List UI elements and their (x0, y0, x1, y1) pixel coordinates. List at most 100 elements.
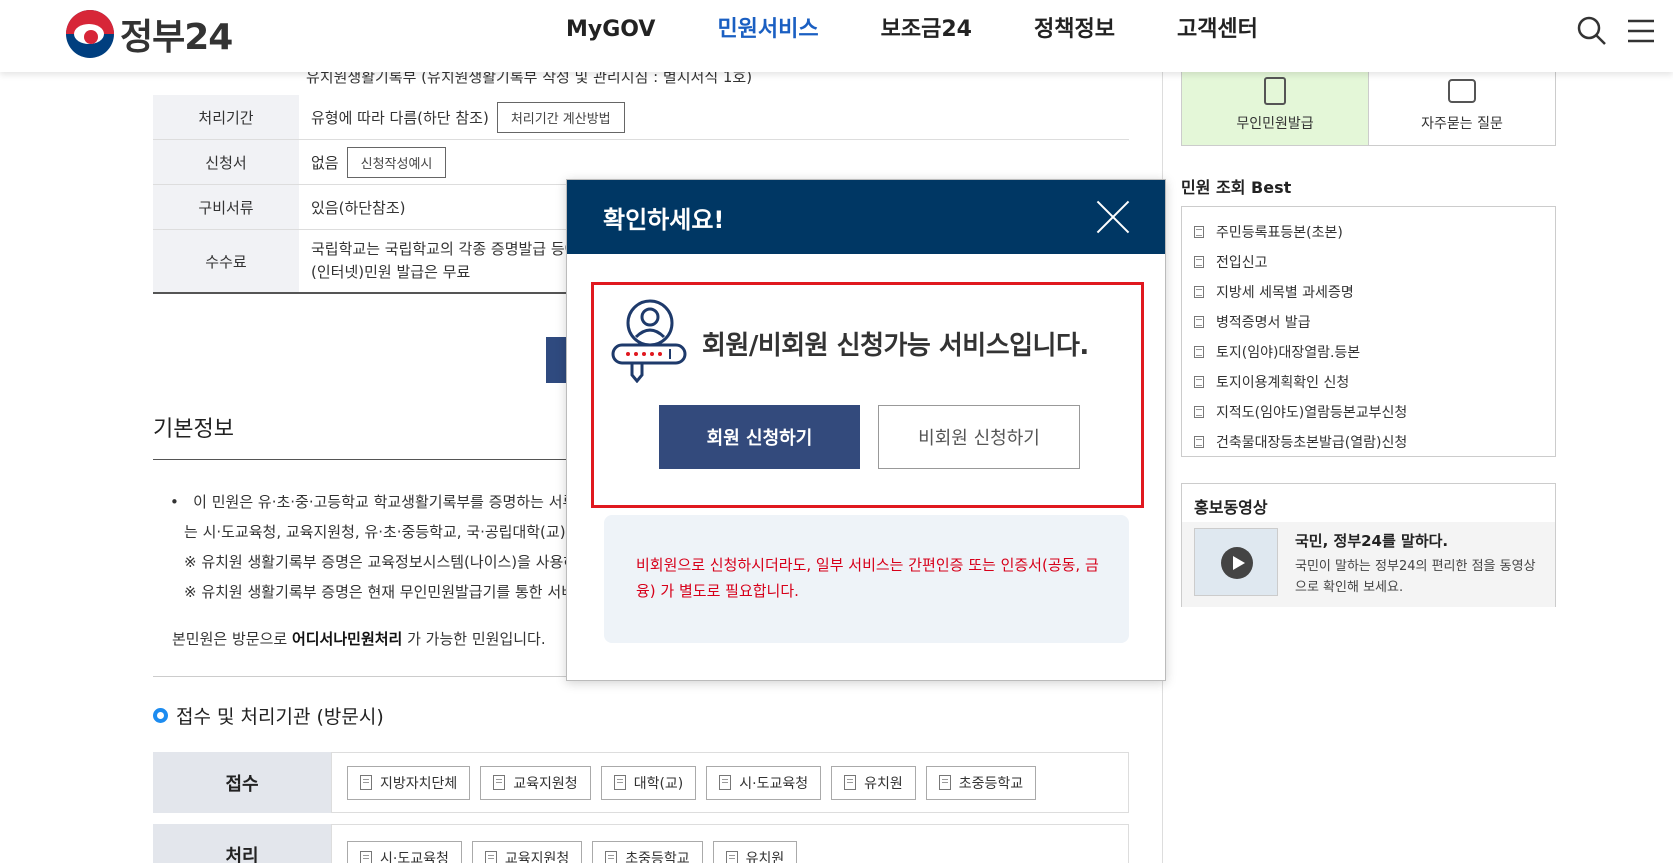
quick-link-faq[interactable]: 자주묻는 질문 (1369, 70, 1555, 145)
best-list: 주민등록표등본(초본) 전입신고 지방세 세목별 과세증명 병적증명서 발급 토… (1181, 206, 1556, 457)
agency-chip[interactable]: 지방자치단체 (347, 765, 471, 800)
video-thumbnail[interactable] (1194, 528, 1278, 596)
building-icon (844, 775, 857, 790)
site-logo[interactable]: 정부24 (66, 8, 233, 60)
best-item[interactable]: 건축물대장등초본발급(열람)신청 (1194, 427, 1555, 457)
search-icon[interactable] (1575, 14, 1609, 48)
nav-customer-center[interactable]: 고객센터 (1177, 14, 1258, 46)
site-header: 정부24 MyGOV 민원서비스 보조금24 정책정보 고객센터 (0, 0, 1673, 72)
process-chip-list: 시·도교육청 교육지원청 초중등학교 유치원 (331, 824, 1129, 863)
speech-bubble-icon (1448, 79, 1476, 103)
best-item[interactable]: 지방세 세목별 과세증명 (1194, 277, 1555, 307)
anywhere-service-note: 본민원은 방문으로 어디서나민원처리 가 가능한 민원입니다. (172, 630, 546, 648)
play-icon[interactable] (1221, 547, 1253, 579)
promo-video-item[interactable]: 국민, 정부24를 말하다. 국민이 말하는 정부24의 편리한 점을 동영상으… (1182, 522, 1555, 607)
promo-heading: 국민, 정부24를 말하다. (1295, 532, 1449, 550)
building-icon (719, 775, 732, 790)
fee-line-1: 국립학교는 국립학교의 각종 증명발급 등에 (311, 240, 579, 258)
logo-text: 정부24 (120, 17, 233, 58)
agency-chip[interactable]: 유치원 (831, 765, 916, 800)
modal-message: 회원/비회원 신청가능 서비스입니다. (702, 331, 1089, 361)
promo-video-box: 홍보동영상 국민, 정부24를 말하다. 국민이 말하는 정부24의 편리한 점… (1181, 483, 1556, 607)
agency-chip[interactable]: 대학(교) (600, 765, 697, 800)
list-item: ※ 유치원 생활기록부 증명은 교육정보시스템(나이스)을 사용하 (184, 553, 578, 571)
row-value: 없음 신청작성예시 (299, 140, 1129, 184)
application-example-button[interactable]: 신청작성예시 (346, 146, 447, 178)
row-value: 유형에 따라 다름(하단 참조) 처리기간 계산방법 (299, 95, 1129, 139)
list-item: ※ 유치원 생활기록부 증명은 현재 무인민원발급기를 통한 서비 (184, 583, 575, 601)
bullet-ring-icon (153, 708, 168, 723)
document-icon (1194, 376, 1204, 388)
document-icon (1194, 406, 1204, 418)
kiosk-icon (1264, 77, 1286, 105)
member-apply-button[interactable]: 회원 신청하기 (659, 405, 860, 469)
building-icon (493, 775, 506, 790)
nav-mygov[interactable]: MyGOV (566, 14, 655, 46)
close-icon[interactable] (1095, 199, 1131, 235)
fee-line-2: (인터넷)민원 발급은 무료 (311, 263, 471, 281)
quick-links: 무인민원발급 자주묻는 질문 (1181, 70, 1556, 146)
user-login-icon (610, 297, 688, 384)
building-icon (605, 850, 618, 863)
agency-chip[interactable]: 시·도교육청 (706, 765, 822, 800)
document-icon (1194, 436, 1204, 448)
table-row: 처리기간 유형에 따라 다름(하단 참조) 처리기간 계산방법 (153, 95, 1129, 140)
agency-chip[interactable]: 유치원 (712, 841, 798, 863)
best-item[interactable]: 전입신고 (1194, 247, 1555, 277)
nav-subsidy24[interactable]: 보조금24 (881, 14, 972, 46)
main-nav: MyGOV 민원서비스 보조금24 정책정보 고객센터 (566, 14, 1320, 46)
best-item[interactable]: 지적도(임야도)열람등본교부신청 (1194, 397, 1555, 427)
basic-info-title: 기본정보 (153, 417, 234, 442)
document-icon (1194, 316, 1204, 328)
agency-chip[interactable]: 교육지원청 (480, 765, 591, 800)
row-label: 구비서류 (153, 185, 299, 229)
document-icon (1194, 256, 1204, 268)
nav-policy-info[interactable]: 정책정보 (1034, 14, 1115, 46)
best-item[interactable]: 토지이용계획확인 신청 (1194, 367, 1555, 397)
row-label: 처리기간 (153, 95, 299, 139)
receive-chip-list: 지방자치단체 교육지원청 대학(교) 시·도교육청 유치원 초중등학교 (331, 752, 1129, 813)
notice-box: 비회원으로 신청하시더라도, 일부 서비스는 간편인증 또는 인증서(공동, 금… (604, 515, 1129, 643)
confirm-modal: 확인하세요! 회원/비회원 신청가능 서비스입니다. 회원 신청하기 비회원 신… (566, 179, 1166, 681)
notice-text: 비회원으로 신청하시더라도, 일부 서비스는 간편인증 또는 인증서(공동, 금… (636, 556, 1099, 600)
building-icon (938, 775, 951, 790)
process-label: 처리 (153, 824, 331, 863)
row-label: 신청서 (153, 140, 299, 184)
agency-chip[interactable]: 초중등학교 (925, 765, 1037, 800)
document-icon (1194, 346, 1204, 358)
guest-apply-button[interactable]: 비회원 신청하기 (878, 405, 1080, 469)
row-label: 수수료 (153, 230, 299, 292)
building-icon (725, 850, 738, 863)
modal-title: 확인하세요! (603, 206, 725, 234)
building-icon (484, 850, 497, 863)
document-icon (1194, 286, 1204, 298)
agency-chip[interactable]: 초중등학교 (592, 841, 703, 863)
application-form-text: 없음 (311, 153, 339, 172)
agency-chip[interactable]: 시·도교육청 (347, 841, 462, 863)
best-title: 민원 조회 Best (1181, 178, 1292, 197)
best-item[interactable]: 토지(임야)대장열람.등본 (1194, 337, 1555, 367)
best-item[interactable]: 병적증명서 발급 (1194, 307, 1555, 337)
hamburger-menu-icon[interactable] (1624, 14, 1658, 48)
modal-header: 확인하세요! (567, 180, 1165, 254)
list-item: 는 시·도교육청, 교육지원청, 유·초·중등학교, 국·공립대학(교), (184, 523, 571, 541)
document-icon (1194, 226, 1204, 238)
processing-period-text: 유형에 따라 다름(하단 참조) (311, 108, 489, 127)
receive-label: 접수 (153, 752, 331, 813)
quick-link-kiosk[interactable]: 무인민원발급 (1182, 70, 1369, 145)
receive-agency-row: 접수 지방자치단체 교육지원청 대학(교) 시·도교육청 유치원 초중등학교 (153, 752, 1129, 813)
process-agency-row: 처리 시·도교육청 교육지원청 초중등학교 유치원 (153, 824, 1129, 863)
taegeuk-logo-icon (66, 10, 114, 58)
processing-period-calc-button[interactable]: 처리기간 계산방법 (496, 101, 625, 133)
promo-title: 홍보동영상 (1194, 498, 1268, 517)
basic-info-list: • 이 민원은 유·초·중·고등학교 학교생활기록부를 증명하는 서류 는 시·… (170, 487, 590, 607)
promo-description: 국민이 말하는 정부24의 편리한 점을 동영상으로 확인해 보세요. (1295, 559, 1536, 595)
building-icon (360, 775, 372, 790)
agency-chip[interactable]: 교육지원청 (471, 841, 583, 863)
agency-section-title: 접수 및 처리기관 (방문시) (153, 702, 384, 729)
building-icon (360, 850, 372, 863)
best-item[interactable]: 주민등록표등본(초본) (1194, 217, 1555, 247)
building-icon (613, 775, 626, 790)
list-item: • 이 민원은 유·초·중·고등학교 학교생활기록부를 증명하는 서류 (170, 493, 577, 511)
nav-civil-service[interactable]: 민원서비스 (717, 14, 818, 46)
